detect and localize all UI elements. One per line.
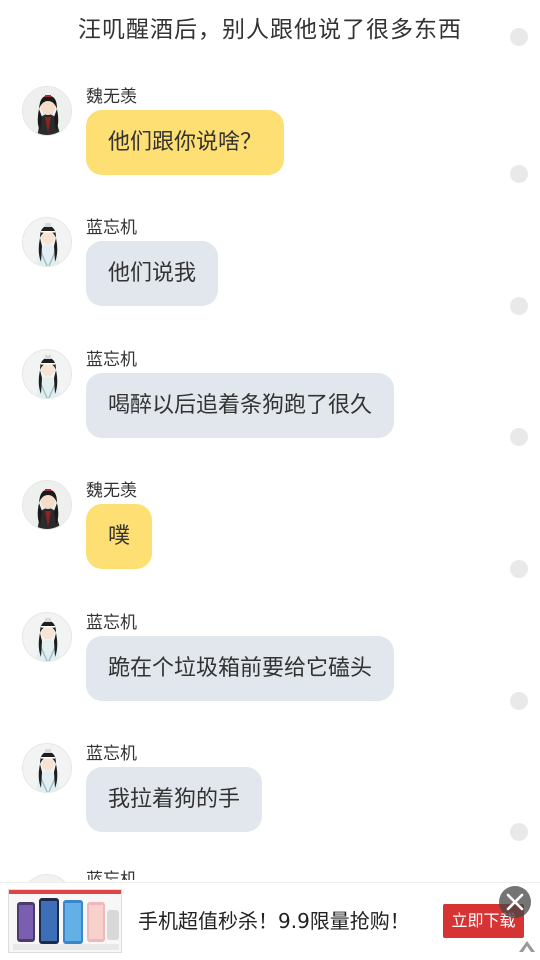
phones-thumbnail-icon[interactable] [8, 889, 122, 953]
sender-name: 魏无羡 [86, 87, 137, 107]
ad-text[interactable]: 手机超值秒杀！9.9限量抢购！ [138, 905, 410, 934]
sender-name: 蓝忘机 [86, 870, 137, 880]
wei-wuxian-avatar-icon[interactable] [22, 480, 72, 530]
lan-wangji-avatar-icon [22, 874, 72, 882]
ad-logo-icon [518, 938, 536, 952]
ad-banner[interactable]: 手机超值秒杀！9.9限量抢购！ 立即下载 [0, 882, 540, 960]
sender-name: 蓝忘机 [86, 613, 137, 633]
side-dot [510, 823, 528, 841]
sender-name: 蓝忘机 [86, 744, 137, 764]
close-icon[interactable] [499, 886, 531, 918]
message-bubble[interactable]: 喝醉以后追着条狗跑了很久 [86, 373, 395, 438]
lan-wangji-avatar-icon[interactable] [22, 349, 72, 399]
side-dot [510, 297, 528, 315]
message-bubble[interactable]: 他们说我 [86, 241, 219, 306]
sender-name: 魏无羡 [86, 481, 137, 501]
message-bubble[interactable]: 他们跟你说啥？ [86, 110, 285, 175]
page-title: 汪叽醒酒后，别人跟他说了很多东西 [78, 17, 462, 43]
lan-wangji-avatar-icon[interactable] [22, 612, 72, 662]
side-dot [510, 560, 528, 578]
wei-wuxian-avatar-icon[interactable] [22, 86, 72, 136]
sender-name: 蓝忘机 [86, 218, 137, 238]
lan-wangji-avatar-icon[interactable] [22, 743, 72, 793]
side-dot [510, 692, 528, 710]
side-dot [510, 28, 528, 46]
sender-name: 蓝忘机 [86, 350, 137, 370]
message-bubble[interactable]: 跪在个垃圾箱前要给它磕头 [86, 636, 395, 701]
message-bubble[interactable]: 噗 [86, 504, 153, 569]
side-dot [510, 165, 528, 183]
side-dot [510, 428, 528, 446]
lan-wangji-avatar-icon[interactable] [22, 217, 72, 267]
message-bubble[interactable]: 我拉着狗的手 [86, 767, 263, 832]
